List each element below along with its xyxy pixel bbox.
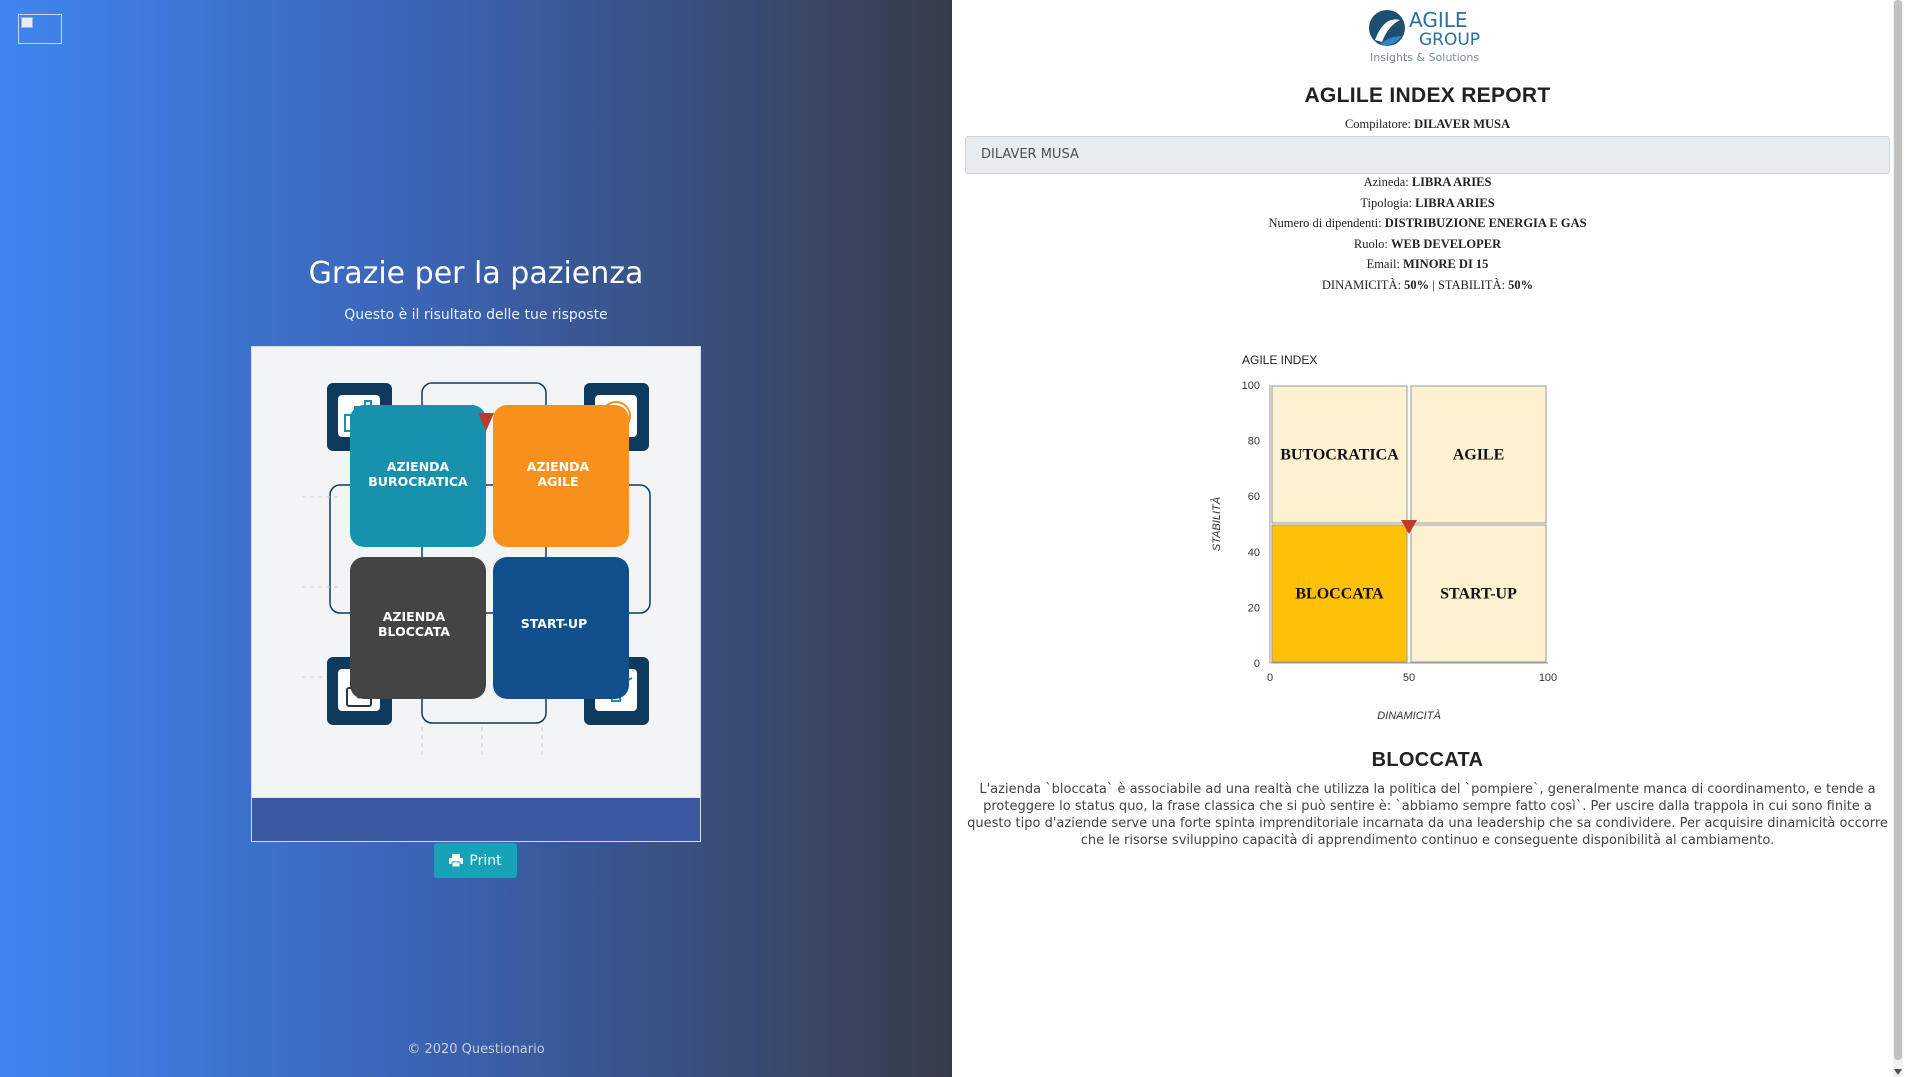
svg-text:AZIENDA: AZIENDA bbox=[527, 459, 590, 474]
result-heading: BLOCCATA bbox=[1371, 749, 1484, 771]
logo-line2: GROUP bbox=[1419, 30, 1480, 50]
thanks-title: Grazie per la pazienza bbox=[308, 256, 644, 291]
scores-line: DINAMICITÀ: 50% | STABILITÀ: 50% bbox=[1321, 278, 1534, 292]
y-axis-label: STABILITÀ bbox=[1210, 497, 1223, 551]
y-tick-label: 80 bbox=[1248, 436, 1260, 448]
x-tick-label: 100 bbox=[1539, 672, 1557, 684]
chart-title: AGILE INDEX bbox=[1242, 353, 1317, 367]
scrollbar[interactable] bbox=[1893, 0, 1903, 1077]
report-title: AGLILE INDEX REPORT bbox=[1304, 84, 1551, 107]
scrollbar-thumb[interactable] bbox=[1894, 0, 1902, 1060]
y-tick-label: 20 bbox=[1248, 602, 1260, 614]
x-axis-label: DINAMICITÀ bbox=[1377, 709, 1441, 722]
field-email: Email: MINORE DI 15 bbox=[1366, 257, 1489, 271]
compiler-name-field[interactable]: DILAVER MUSA bbox=[965, 136, 1890, 174]
y-tick-label: 0 bbox=[1254, 658, 1260, 670]
compiler-label: Compilatore: bbox=[1344, 117, 1411, 131]
tile-agile: AZIENDA AGILE bbox=[493, 405, 629, 547]
matrix-illustration: AZIENDA BUROCRATICA AZIENDA AGILE AZIEND… bbox=[302, 382, 651, 757]
quadrant-label-start-up: START-UP bbox=[1440, 586, 1517, 603]
compiler-value: DILAVER MUSA bbox=[1414, 117, 1511, 131]
result-card: AZIENDA BUROCRATICA AZIENDA AGILE AZIEND… bbox=[251, 346, 701, 842]
quadrant-label-butocratica: BUTOCRATICA bbox=[1280, 447, 1399, 464]
tile-burocratica: AZIENDA BUROCRATICA bbox=[350, 405, 486, 547]
svg-text:START-UP: START-UP bbox=[521, 616, 588, 631]
field-azienda: Azineda: LIBRA ARIES bbox=[1363, 175, 1492, 189]
svg-text:AGILE: AGILE bbox=[537, 474, 578, 489]
x-tick-label: 50 bbox=[1403, 672, 1415, 684]
result-description: L'azienda `bloccata` è associabile ad un… bbox=[967, 782, 1888, 848]
broken-image-icon bbox=[18, 14, 62, 44]
agile-group-logo: AGILE GROUP Insights & Solutions bbox=[1369, 8, 1480, 64]
field-dipendenti: Numero di dipendenti: DISTRIBUZIONE ENER… bbox=[1268, 216, 1587, 230]
scroll-down-arrow-icon[interactable] bbox=[1894, 1069, 1902, 1075]
card-footer-bar bbox=[252, 797, 700, 841]
x-tick-label: 0 bbox=[1267, 672, 1273, 684]
y-tick-label: 40 bbox=[1248, 547, 1260, 559]
left-panel: Grazie per la pazienza Questo è il risul… bbox=[0, 0, 952, 1077]
print-button[interactable]: Print bbox=[434, 843, 517, 878]
thanks-subtitle: Questo è il risultato delle tue risposte bbox=[344, 307, 608, 323]
copyright: © 2020 Questionario bbox=[407, 1042, 545, 1057]
agile-index-chart: AGILE INDEX BUTOCRATICA AGILE BLOCCATA START… bbox=[1210, 353, 1557, 722]
quadrant-label-bloccata: BLOCCATA bbox=[1295, 586, 1384, 603]
tile-startup: START-UP bbox=[493, 557, 629, 699]
print-label: Print bbox=[469, 852, 502, 869]
field-ruolo: Ruolo: WEB DEVELOPER bbox=[1353, 237, 1502, 251]
quadrant-label-agile: AGILE bbox=[1453, 447, 1505, 464]
report-panel: AGILE GROUP Insights & Solutions AGLILE … bbox=[952, 0, 1903, 1077]
y-tick-label: 60 bbox=[1248, 491, 1260, 503]
svg-text:AZIENDA: AZIENDA bbox=[383, 609, 446, 624]
logo-line1: AGILE bbox=[1409, 8, 1468, 32]
tile-bloccata: AZIENDA BLOCCATA bbox=[350, 557, 486, 699]
printer-icon bbox=[449, 854, 464, 867]
compiler-line: Compilatore: DILAVER MUSA bbox=[952, 117, 1903, 132]
y-tick-label: 100 bbox=[1242, 380, 1260, 392]
svg-text:AZIENDA: AZIENDA bbox=[387, 459, 450, 474]
svg-text:BUROCRATICA: BUROCRATICA bbox=[368, 474, 468, 489]
field-tipologia: Tipologia: LIBRA ARIES bbox=[1360, 196, 1495, 210]
svg-text:BLOCCATA: BLOCCATA bbox=[378, 624, 450, 639]
logo-tagline: Insights & Solutions bbox=[1370, 51, 1479, 64]
